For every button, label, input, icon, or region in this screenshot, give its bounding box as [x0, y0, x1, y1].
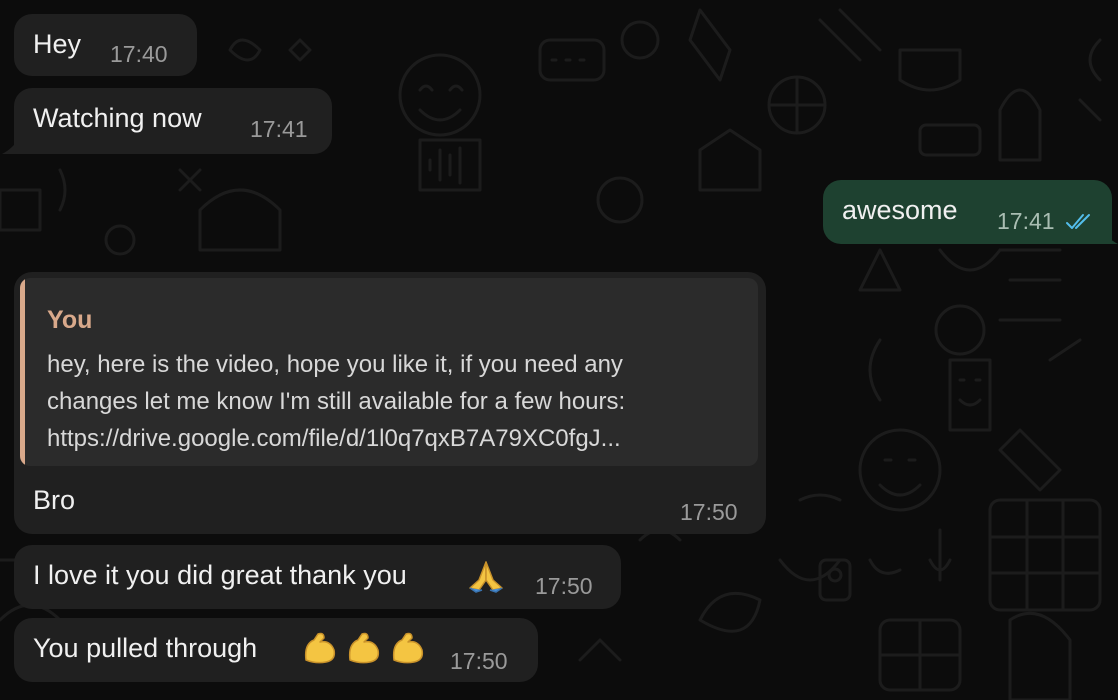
reply-quote[interactable]: You hey, here is the video, hope you lik…: [20, 278, 758, 466]
flexed-biceps-emoji: [304, 632, 336, 664]
reply-quote-accent-bar: [20, 278, 25, 466]
message-timestamp: 17:50: [450, 648, 508, 674]
message-timestamp: 17:50: [535, 573, 593, 599]
message-text: Bro: [33, 485, 76, 515]
message-text: Watching now: [33, 103, 202, 133]
reply-quote-line: changes let me know I'm still available …: [47, 388, 626, 415]
message-timestamp: 17:41: [250, 116, 308, 142]
flexed-biceps-emoji: [392, 632, 424, 664]
folded-hands-emoji: [469, 561, 503, 593]
message-text: I love it you did great thank you: [33, 560, 407, 590]
message-bubble-incoming[interactable]: You hey, here is the video, hope you lik…: [14, 272, 766, 534]
message-bubble-incoming[interactable]: I love it you did great thank you 17:50: [14, 545, 621, 609]
message-text: Hey: [33, 29, 82, 59]
message-timestamp: 17:50: [680, 499, 738, 525]
message-text: You pulled through: [33, 633, 258, 663]
reply-quote-line: hey, here is the video, hope you like it…: [47, 351, 623, 378]
reply-quote-author: You: [47, 306, 93, 334]
flexed-biceps-emoji: [348, 632, 380, 664]
message-timestamp: 17:40: [110, 41, 168, 67]
message-bubble-outgoing[interactable]: awesome 17:41: [823, 180, 1112, 244]
message-bubble-incoming[interactable]: Watching now 17:41: [14, 88, 332, 154]
reply-quote-line: https://drive.google.com/file/d/1l0q7qxB…: [47, 425, 621, 452]
message-text: awesome: [842, 195, 958, 225]
double-check-icon: [1066, 214, 1090, 229]
message-bubble-incoming[interactable]: Hey 17:40: [14, 14, 197, 76]
message-bubble-incoming[interactable]: You pulled through 17:50: [14, 618, 538, 682]
message-timestamp: 17:41: [997, 208, 1055, 234]
